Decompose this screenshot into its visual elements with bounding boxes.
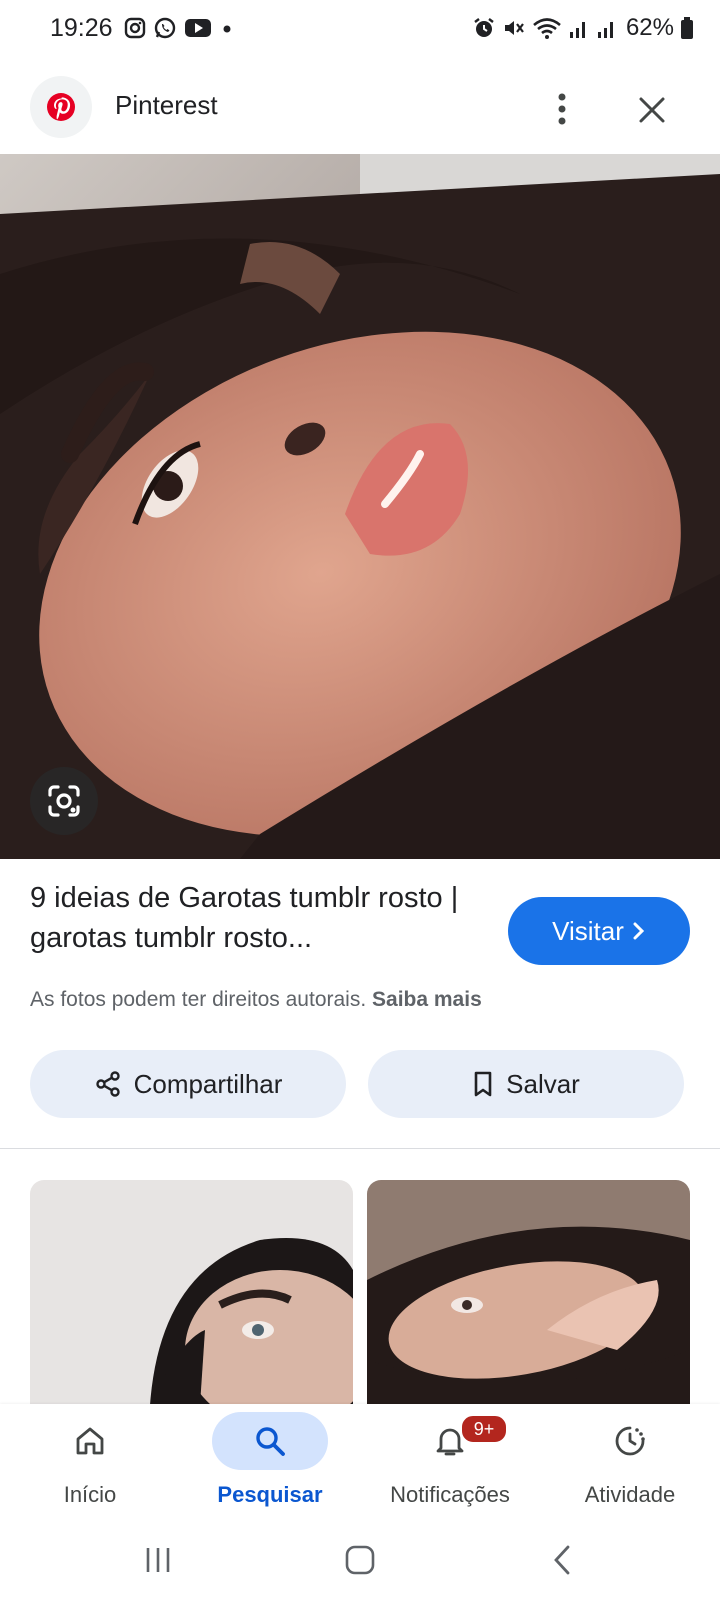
nav-label: Pesquisar — [217, 1482, 323, 1507]
nav-item-search[interactable]: Pesquisar — [180, 1404, 360, 1520]
home-square-icon — [345, 1545, 375, 1575]
nav-label: Atividade — [584, 1482, 676, 1507]
related-image[interactable] — [367, 1180, 690, 1405]
back-icon — [554, 1545, 570, 1575]
battery-icon — [681, 17, 693, 39]
close-button[interactable] — [628, 86, 676, 134]
instagram-icon — [124, 17, 146, 39]
recents-icon — [146, 1548, 170, 1572]
more-vert-icon — [558, 93, 566, 125]
notification-badge: 9+ — [460, 1414, 508, 1444]
status-app-icons — [124, 16, 235, 40]
visit-label: Visitar — [552, 915, 624, 946]
related-photo — [367, 1180, 690, 1405]
system-navigation-bar — [0, 1520, 720, 1600]
home-system-button[interactable] — [330, 1536, 390, 1584]
signal-icon — [597, 22, 613, 38]
share-icon — [95, 1071, 120, 1097]
bottom-navigation: Início Pesquisar 9+ Notificações Ativida… — [0, 1404, 720, 1520]
main-photo — [0, 154, 720, 859]
dot-icon — [223, 25, 231, 33]
nav-icon-container — [212, 1412, 328, 1470]
battery-percent: 62% — [625, 14, 674, 41]
nav-item-notifications[interactable]: 9+ Notificações — [360, 1404, 540, 1520]
wifi-icon — [533, 18, 561, 39]
pinterest-logo[interactable] — [30, 76, 92, 138]
google-lens-button[interactable] — [30, 767, 98, 835]
learn-more-link[interactable]: Saiba mais — [372, 988, 482, 1011]
copyright-notice: As fotos podem ter direitos autorais. Sa… — [30, 988, 482, 1012]
whatsapp-icon — [154, 17, 176, 39]
nav-item-home[interactable]: Início — [0, 1404, 180, 1520]
nav-label: Início — [63, 1482, 117, 1507]
chevron-right-icon — [633, 922, 645, 940]
back-button[interactable] — [532, 1536, 592, 1584]
nav-icon-container — [572, 1412, 688, 1470]
close-icon — [639, 97, 665, 123]
status-system-icons: 62% — [472, 14, 694, 42]
more-options-button[interactable] — [540, 82, 584, 136]
alarm-icon — [474, 18, 494, 37]
save-button[interactable]: Salvar — [368, 1050, 684, 1118]
status-time: 19:26 — [50, 14, 113, 42]
divider — [0, 1148, 720, 1149]
nav-item-activity[interactable]: Atividade — [540, 1404, 720, 1520]
share-button[interactable]: Compartilhar — [30, 1050, 346, 1118]
pinterest-logo-icon — [47, 93, 75, 121]
recents-button[interactable] — [128, 1536, 188, 1584]
save-label: Salvar — [506, 1068, 580, 1099]
youtube-icon — [185, 19, 211, 37]
mute-icon — [504, 21, 524, 35]
status-bar: 19:26 62% — [0, 0, 720, 62]
result-title[interactable]: 9 ideias de Garotas tumblr rosto | garot… — [30, 878, 490, 958]
share-label: Compartilhar — [133, 1068, 283, 1099]
signal-icon — [569, 22, 585, 38]
home-icon — [76, 1427, 104, 1455]
related-photo — [30, 1180, 353, 1405]
nav-label: Notificações — [390, 1482, 510, 1507]
search-icon — [256, 1427, 285, 1456]
source-site-name[interactable]: Pinterest — [115, 90, 218, 121]
lens-icon — [48, 785, 80, 817]
copyright-text: As fotos podem ter direitos autorais. — [30, 988, 367, 1011]
main-image[interactable] — [0, 154, 720, 859]
activity-icon — [615, 1426, 645, 1456]
source-header: Pinterest — [0, 64, 720, 154]
visit-button[interactable]: Visitar — [508, 897, 690, 965]
nav-icon-container — [32, 1412, 148, 1470]
related-image[interactable] — [30, 1180, 353, 1405]
bookmark-icon — [474, 1071, 492, 1097]
